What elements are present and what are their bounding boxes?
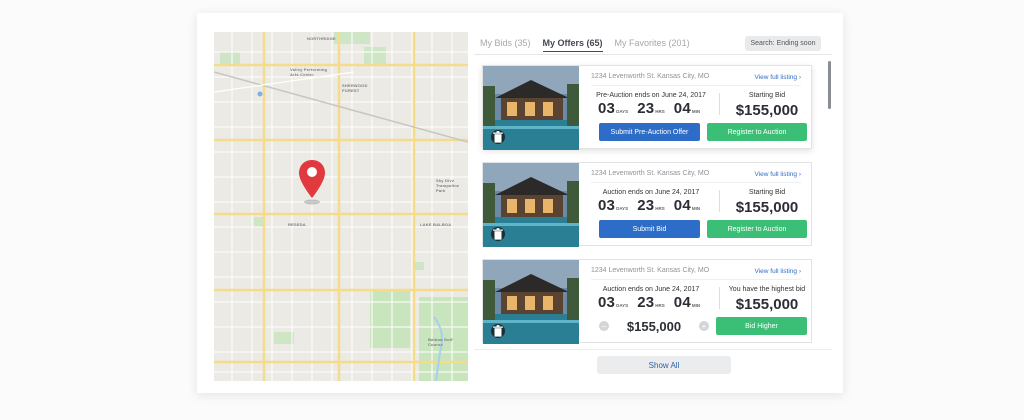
card-divider [591, 279, 801, 280]
tab-my-favorites[interactable]: My Favorites (201) [615, 38, 690, 52]
property-photo[interactable] [483, 163, 579, 247]
submit-bid-button[interactable]: Submit Bid [599, 220, 700, 238]
tabs-divider [474, 54, 832, 55]
countdown-minutes-unit: MIN [691, 303, 701, 308]
countdown-days-unit: DAYS [616, 206, 629, 211]
bid-amount[interactable]: $155,000 [627, 319, 681, 334]
countdown-hours: 23 [637, 294, 655, 311]
auction-end-label: Auction ends on June 24, 2017 [602, 189, 700, 196]
countdown-minutes: 04 [673, 100, 691, 117]
list-scrollbar[interactable] [828, 61, 831, 109]
countdown-hours: 23 [637, 100, 655, 117]
bid-higher-button[interactable]: Bid Higher [716, 317, 807, 335]
listing-address: 1234 Levenworth St. Kansas City, MO [591, 73, 710, 80]
countdown-days-unit: DAYS [616, 109, 629, 114]
countdown-hours: 23 [637, 197, 655, 214]
tab-my-bids[interactable]: My Bids (35) [480, 38, 531, 52]
countdown-hours-unit: HRS [655, 206, 665, 211]
map-view[interactable]: NORTHRIDGE Valley Performing Arts Center… [214, 32, 468, 381]
auction-end-label: Pre-Auction ends on June 24, 2017 [596, 92, 706, 99]
trash-icon[interactable] [491, 324, 505, 338]
property-photo[interactable] [483, 260, 579, 344]
show-all-button[interactable]: Show All [597, 356, 731, 374]
auction-end-label: Auction ends on June 24, 2017 [602, 286, 700, 293]
map-canvas [214, 32, 468, 381]
app-stage: NORTHRIDGE Valley Performing Arts Center… [0, 0, 1024, 420]
view-full-listing-link[interactable]: View full listing › [755, 74, 801, 81]
map-label-lake-balboa: LAKE BALBOA [420, 222, 452, 227]
list-bottom-divider [474, 349, 832, 350]
countdown-minutes: 04 [673, 294, 691, 311]
map-label-reseda: RESEDA [288, 222, 306, 227]
vertical-divider [719, 190, 720, 212]
vertical-divider [719, 287, 720, 309]
card-divider [591, 85, 801, 86]
price-label: Starting Bid [748, 92, 786, 99]
submit-pre-auction-offer-button[interactable]: Submit Pre-Auction Offer [599, 123, 700, 141]
map-label-sky-dive: Sky Dive Trampoline Park [436, 178, 460, 193]
countdown-days-unit: DAYS [616, 303, 629, 308]
countdown-hours-unit: HRS [655, 303, 665, 308]
listing-card: 1234 Levenworth St. Kansas City, MO View… [482, 259, 812, 344]
map-label-arts-center: Valley Performing Arts Center [290, 67, 328, 77]
map-label-sherwood-forest: SHERWOOD FOREST [342, 83, 368, 93]
countdown-minutes-unit: MIN [691, 206, 701, 211]
countdown-timer: 03 DAYS 23 HRS 04 MIN [598, 100, 709, 117]
listing-address: 1234 Levenworth St. Kansas City, MO [591, 267, 710, 274]
tab-my-offers[interactable]: My Offers (65) [542, 38, 603, 52]
bid-stepper: – $155,000 + [599, 316, 709, 336]
price-value: $155,000 [735, 296, 799, 313]
countdown-days: 03 [598, 294, 616, 311]
property-photo[interactable] [483, 66, 579, 150]
listing-address: 1234 Levenworth St. Kansas City, MO [591, 170, 710, 177]
decrease-bid-button[interactable]: – [599, 321, 609, 331]
card-divider [591, 182, 801, 183]
increase-bid-button[interactable]: + [698, 321, 709, 331]
price-value: $155,000 [735, 199, 799, 216]
countdown-minutes: 04 [673, 197, 691, 214]
listing-card: 1234 Levenworth St. Kansas City, MO View… [482, 65, 812, 150]
listing-card: 1234 Levenworth St. Kansas City, MO View… [482, 162, 812, 247]
map-label-northridge: NORTHRIDGE [307, 36, 336, 41]
view-full-listing-link[interactable]: View full listing › [755, 171, 801, 178]
countdown-timer: 03 DAYS 23 HRS 04 MIN [598, 294, 709, 311]
view-full-listing-link[interactable]: View full listing › [755, 268, 801, 275]
countdown-days: 03 [598, 100, 616, 117]
map-label-golf-course: Balboa Golf Course [428, 337, 453, 347]
countdown-minutes-unit: MIN [691, 109, 701, 114]
price-value: $155,000 [735, 102, 799, 119]
register-to-auction-button[interactable]: Register to Auction [707, 123, 807, 141]
countdown-days: 03 [598, 197, 616, 214]
highest-bid-label: You have the highest bid [728, 286, 806, 293]
map-pin-icon[interactable] [298, 158, 326, 206]
trash-icon[interactable] [491, 227, 505, 241]
offer-tabs: My Bids (35) My Offers (65) My Favorites… [480, 38, 690, 52]
trash-icon[interactable] [491, 130, 505, 144]
listing-list[interactable]: 1234 Levenworth St. Kansas City, MO View… [474, 58, 832, 348]
countdown-timer: 03 DAYS 23 HRS 04 MIN [598, 197, 709, 214]
price-label: Starting Bid [748, 189, 786, 196]
vertical-divider [719, 93, 720, 115]
sort-dropdown[interactable]: Search: Ending soon [745, 36, 821, 51]
register-to-auction-button[interactable]: Register to Auction [707, 220, 807, 238]
countdown-hours-unit: HRS [655, 109, 665, 114]
